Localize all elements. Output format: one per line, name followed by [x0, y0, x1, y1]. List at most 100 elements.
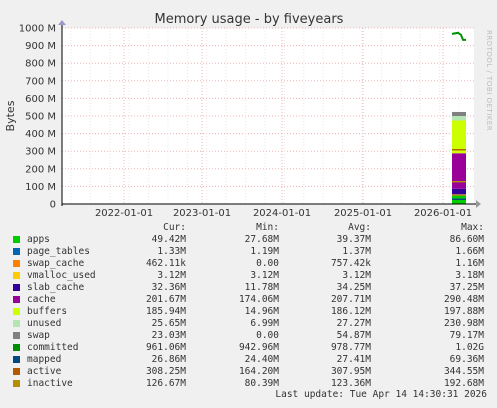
- area-vmalloc_used: [452, 194, 466, 196]
- x-axis: 2022-01-01 2023-01-01 2024-01-01 2025-01-01…: [95, 208, 472, 219]
- legend-cur-value: 185.94M: [145, 306, 186, 317]
- legend-swatch: [13, 356, 20, 363]
- legend-avg-value: 186.12M: [330, 306, 371, 317]
- legend-swatch: [13, 344, 20, 351]
- legend-label: buffers: [27, 306, 68, 317]
- legend-avg-value: 123.36M: [330, 378, 371, 389]
- legend-label: slab_cache: [27, 282, 85, 293]
- legend-swatch: [13, 308, 20, 315]
- legend-max-value: 86.60M: [449, 234, 484, 245]
- legend-label: swap_cache: [27, 258, 85, 269]
- legend-cur-value: 3.12M: [157, 270, 186, 281]
- header-max: Max:: [461, 222, 484, 233]
- y-tick-label: 600 M: [25, 94, 56, 105]
- legend-row-cache: cache 201.67M 174.06M 207.71M 290.48M: [0, 294, 497, 306]
- legend-min-value: 6.99M: [250, 318, 279, 329]
- legend-label: active: [27, 366, 62, 377]
- header-min: Min:: [256, 222, 279, 233]
- header-avg: Avg:: [348, 222, 371, 233]
- chart-title: Memory usage - by fiveyears: [155, 12, 344, 27]
- legend-label: committed: [27, 342, 79, 353]
- legend-avg-value: 27.27M: [336, 318, 371, 329]
- legend-label: cache: [27, 294, 56, 305]
- legend-row-apps: apps 49.42M 27.68M 39.37M 86.60M: [0, 234, 497, 246]
- legend-max-value: 69.36M: [449, 354, 484, 365]
- legend-swatch: [13, 296, 20, 303]
- legend-min-value: 164.20M: [238, 366, 279, 377]
- area-unused: [452, 116, 466, 121]
- legend-cur-value: 23.03M: [151, 330, 186, 341]
- legend-row-vmalloc_used: vmalloc_used 3.12M 3.12M 3.12M 3.18M: [0, 270, 497, 282]
- legend-label: page_tables: [27, 246, 90, 257]
- legend-avg-value: 307.95M: [330, 366, 371, 377]
- x-tick-label: 2024-01-01: [253, 208, 311, 219]
- legend-swatch: [13, 284, 20, 291]
- y-axis-arrow-icon: [58, 20, 66, 25]
- legend-cur-value: 308.25M: [145, 366, 186, 377]
- y-axis: 0 100 M 200 M 300 M 400 M 500 M 600 M 700 M 800 …: [19, 24, 56, 211]
- legend-cur-value: 1.33M: [157, 246, 186, 257]
- legend-min-value: 1.19M: [250, 246, 279, 257]
- legend-max-value: 290.48M: [443, 294, 484, 305]
- legend-label: vmalloc_used: [27, 270, 96, 281]
- legend-row-swap: swap 23.03M 0.00 54.87M 79.17M: [0, 330, 497, 342]
- legend-label: mapped: [27, 354, 62, 365]
- legend-avg-value: 3.12M: [342, 270, 371, 281]
- legend-min-value: 942.96M: [238, 342, 279, 353]
- legend-swatch: [13, 236, 20, 243]
- legend-swatch: [13, 368, 20, 375]
- legend-swatch: [13, 272, 20, 279]
- y-tick-label: 1000 M: [19, 24, 56, 35]
- legend-min-value: 24.40M: [244, 354, 279, 365]
- legend-cur-value: 32.36M: [151, 282, 186, 293]
- legend-max-value: 192.68M: [443, 378, 484, 389]
- legend-label: unused: [27, 318, 62, 329]
- y-tick-label: 800 M: [25, 59, 56, 70]
- legend-row-unused: unused 25.65M 6.99M 27.27M 230.98M: [0, 318, 497, 330]
- x-tick-label: 2025-01-01: [334, 208, 392, 219]
- legend-max-value: 344.55M: [443, 366, 484, 377]
- legend-max-value: 230.98M: [443, 318, 484, 329]
- legend-avg-value: 34.25M: [336, 282, 371, 293]
- legend-min-value: 14.96M: [244, 306, 279, 317]
- legend-cur-value: 126.67M: [145, 378, 186, 389]
- y-tick-label: 400 M: [25, 129, 56, 140]
- legend-row-slab_cache: slab_cache 32.36M 11.78M 34.25M 37.25M: [0, 282, 497, 294]
- legend-min-value: 174.06M: [238, 294, 279, 305]
- legend-max-value: 197.88M: [443, 306, 484, 317]
- legend-avg-value: 54.87M: [336, 330, 371, 341]
- legend-label: inactive: [27, 378, 73, 389]
- legend-row-buffers: buffers 185.94M 14.96M 186.12M 197.88M: [0, 306, 497, 318]
- legend-cur-value: 25.65M: [151, 318, 186, 329]
- legend-min-value: 0.00: [256, 258, 279, 269]
- legend-max-value: 1.16M: [455, 258, 484, 269]
- legend-avg-value: 207.71M: [330, 294, 371, 305]
- legend-avg-value: 978.77M: [330, 342, 371, 353]
- y-tick-label: 900 M: [25, 41, 56, 52]
- legend-row-swap_cache: swap_cache 462.11k 0.00 757.42k 1.16M: [0, 258, 497, 270]
- legend-row-committed: committed 961.06M 942.96M 978.77M 1.02G: [0, 342, 497, 354]
- y-tick-label: 300 M: [25, 147, 56, 158]
- y-tick-label: 700 M: [25, 76, 56, 87]
- legend-max-value: 1.66M: [455, 246, 484, 257]
- x-tick-label: 2026-01-01: [414, 208, 472, 219]
- last-update: Last update: Tue Apr 14 14:30:31 2026: [275, 389, 487, 400]
- legend-min-value: 11.78M: [244, 282, 279, 293]
- area-swap: [452, 111, 466, 117]
- legend-cur-value: 961.06M: [145, 342, 186, 353]
- legend-avg-value: 39.37M: [336, 234, 371, 245]
- legend-avg-value: 27.41M: [336, 354, 371, 365]
- legend-max-value: 3.18M: [455, 270, 484, 281]
- y-tick-label: 200 M: [25, 164, 56, 175]
- memory-chart: 0 100 M 200 M 300 M 400 M 500 M 600 M 700 M 800 …: [4, 12, 493, 219]
- legend-row-active: active 308.25M 164.20M 307.95M 344.55M: [0, 366, 497, 378]
- legend-row-mapped: mapped 26.86M 24.40M 27.41M 69.36M: [0, 354, 497, 366]
- legend-min-value: 27.68M: [244, 234, 279, 245]
- legend-swatch: [13, 248, 20, 255]
- area-buffers: [452, 120, 466, 154]
- x-tick-label: 2022-01-01: [95, 208, 153, 219]
- legend-label: apps: [27, 234, 50, 245]
- rrdtool-watermark: RRDTOOL / TOBI OETIKER: [485, 30, 493, 131]
- y-tick-label: 0: [50, 200, 56, 211]
- legend-avg-value: 757.42k: [330, 258, 371, 269]
